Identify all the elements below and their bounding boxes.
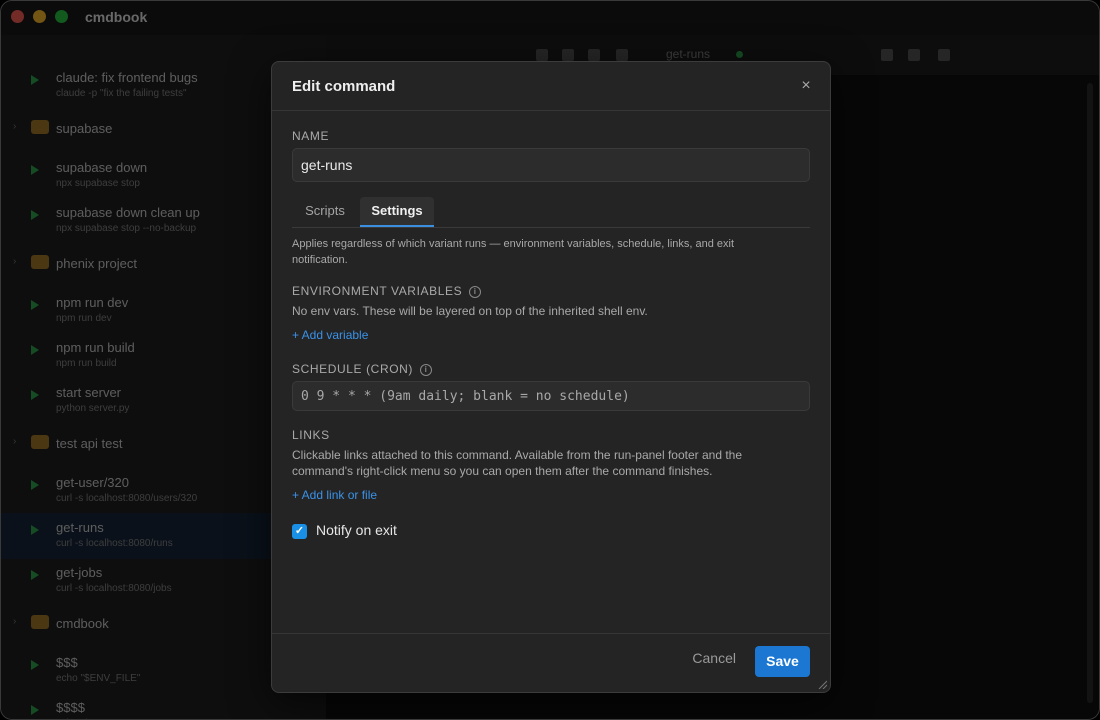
cancel-button[interactable]: Cancel xyxy=(692,650,736,666)
info-icon[interactable]: i xyxy=(469,286,482,298)
settings-description: Applies regardless of which variant runs… xyxy=(292,238,735,266)
edit-command-dialog: Edit command × NAME Scripts Settings App… xyxy=(271,61,831,693)
links-label: LINKS xyxy=(292,428,330,442)
name-label: NAME xyxy=(292,129,330,143)
tab-settings[interactable]: Settings xyxy=(360,197,434,227)
dialog-footer: Cancel Save xyxy=(272,633,830,692)
dialog-title: Edit command xyxy=(292,78,396,95)
env-vars-label: ENVIRONMENT VARIABLES xyxy=(292,284,463,298)
info-icon[interactable]: i xyxy=(420,364,433,376)
add-link-or-file-link[interactable]: + Add link or file xyxy=(292,488,377,502)
app-window: cmdbook claude: fix frontend bugsclaude … xyxy=(0,0,1100,720)
save-button[interactable]: Save xyxy=(755,646,810,677)
cron-input[interactable] xyxy=(292,381,810,411)
tab-bar: Scripts Settings xyxy=(292,197,810,228)
dialog-header: Edit command × xyxy=(272,62,830,111)
notify-on-exit-label[interactable]: Notify on exit xyxy=(316,522,397,538)
links-description: Clickable links attached to this command… xyxy=(292,448,743,478)
notify-on-exit-checkbox[interactable]: ✓ xyxy=(292,524,307,539)
schedule-heading: SCHEDULE (CRON) i xyxy=(292,362,433,376)
resize-handle-icon[interactable] xyxy=(817,679,827,689)
env-vars-empty-text: No env vars. These will be layered on to… xyxy=(292,304,648,318)
close-icon[interactable]: × xyxy=(796,76,816,96)
schedule-label: SCHEDULE (CRON) xyxy=(292,362,414,376)
tab-scripts[interactable]: Scripts xyxy=(292,197,358,227)
add-variable-link[interactable]: + Add variable xyxy=(292,328,368,342)
name-input[interactable] xyxy=(292,148,810,182)
env-vars-heading: ENVIRONMENT VARIABLES i xyxy=(292,284,482,298)
